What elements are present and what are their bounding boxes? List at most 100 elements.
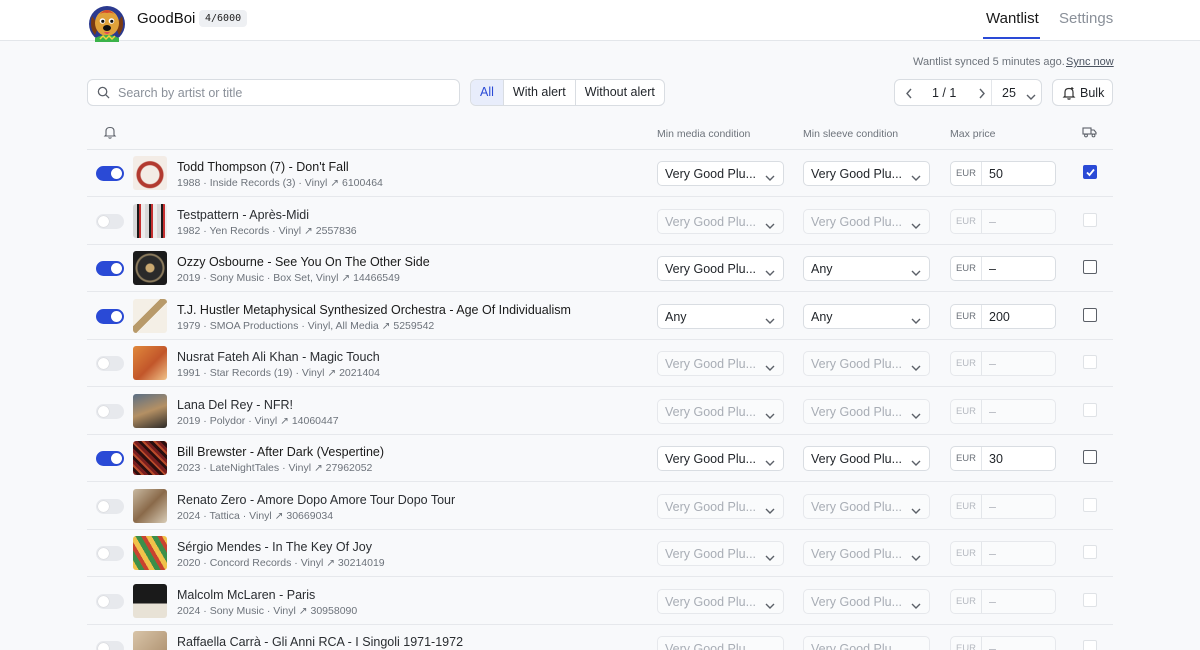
min-sleeve-condition-select[interactable]: Very Good Plu... [803, 398, 930, 424]
min-sleeve-condition-select[interactable]: Very Good Plu... [803, 636, 930, 650]
release-title[interactable]: T.J. Hustler Metaphysical Synthesized Or… [177, 303, 571, 317]
release-meta: 1982 · Yen Records · Vinyl ↗ 2557836 [177, 224, 357, 237]
min-media-condition-select[interactable]: Very Good Plu... [657, 256, 784, 281]
dog-logo-icon[interactable] [86, 2, 128, 44]
next-page-icon[interactable] [977, 87, 987, 102]
min-media-condition-select[interactable]: Very Good Plu... [657, 636, 784, 650]
release-title[interactable]: Ozzy Osbourne - See You On The Other Sid… [177, 255, 430, 269]
alert-toggle[interactable] [96, 498, 124, 514]
shipping-checkbox[interactable] [1083, 260, 1097, 274]
shipping-checkbox[interactable] [1083, 450, 1097, 464]
max-price-field[interactable]: EUR – [950, 208, 1056, 234]
max-price-field[interactable]: EUR 200 [950, 303, 1056, 329]
min-media-condition-select[interactable]: Very Good Plu... [657, 398, 784, 424]
shipping-checkbox[interactable] [1083, 165, 1097, 179]
chevron-down-icon [765, 503, 775, 518]
min-media-condition-select[interactable]: Very Good Plu... [657, 208, 784, 234]
max-price-field[interactable]: EUR – [950, 398, 1056, 424]
alert-toggle[interactable] [96, 356, 124, 371]
release-title[interactable]: Todd Thompson (7) - Don't Fall [177, 160, 349, 174]
toggle-knob [111, 263, 122, 274]
prev-page-icon[interactable] [904, 87, 914, 102]
shipping-checkbox[interactable] [1083, 402, 1097, 417]
release-title[interactable]: Bill Brewster - After Dark (Vespertine) [177, 445, 384, 459]
table-row-9: Sérgio Mendes - In The Key Of Joy 2020 ·… [87, 530, 1113, 577]
filter-all-button[interactable]: All [471, 80, 504, 105]
shipping-checkbox[interactable] [1083, 640, 1097, 650]
min-sleeve-condition-select[interactable]: Very Good Plu... [803, 493, 930, 519]
album-cover[interactable] [133, 156, 167, 190]
max-price-field[interactable]: EUR – [950, 493, 1056, 519]
max-price-field[interactable]: EUR – [950, 256, 1056, 281]
alert-toggle[interactable] [96, 213, 124, 229]
min-sleeve-condition-select[interactable]: Very Good Plu... [803, 588, 930, 614]
min-sleeve-condition-select[interactable]: Very Good Plu... [803, 208, 930, 234]
album-cover[interactable] [133, 393, 167, 428]
alert-toggle[interactable] [96, 308, 124, 324]
bulk-button[interactable]: Bulk [1052, 79, 1113, 106]
release-title[interactable]: Raffaella Carrà - Gli Anni RCA - I Singo… [177, 635, 463, 649]
min-sleeve-condition-select[interactable]: Any [803, 256, 930, 281]
album-cover[interactable] [133, 631, 167, 650]
shipping-checkbox[interactable] [1083, 355, 1097, 369]
sync-now-link[interactable]: Sync now [1066, 56, 1114, 68]
alert-toggle[interactable] [96, 403, 124, 419]
tab-wantlist[interactable]: Wantlist [986, 10, 1039, 27]
alert-toggle[interactable] [96, 641, 124, 650]
min-media-condition-select[interactable]: Very Good Plu... [657, 588, 784, 614]
table-row-10: Malcolm McLaren - Paris 2024 · Sony Musi… [87, 578, 1113, 625]
currency-label: EUR [951, 162, 982, 185]
album-cover[interactable] [133, 536, 167, 570]
alert-toggle[interactable] [96, 166, 124, 181]
min-media-condition-select[interactable]: Very Good Plu... [657, 541, 784, 566]
max-price-field[interactable]: EUR – [950, 636, 1056, 650]
max-price-field[interactable]: EUR 30 [950, 446, 1056, 471]
min-media-condition-select[interactable]: Very Good Plu... [657, 446, 784, 471]
max-price-field[interactable]: EUR 50 [950, 161, 1056, 186]
release-title[interactable]: Renato Zero - Amore Dopo Amore Tour Dopo… [177, 493, 455, 507]
album-cover[interactable] [133, 346, 167, 380]
alert-toggle[interactable] [96, 261, 124, 276]
sleeve-condition-value: Very Good Plu... [811, 594, 903, 609]
release-title[interactable]: Nusrat Fateh Ali Khan - Magic Touch [177, 350, 380, 364]
media-condition-value: Very Good Plu... [665, 404, 757, 419]
album-cover[interactable] [133, 203, 167, 238]
filter-without-alert-button[interactable]: Without alert [576, 80, 664, 105]
per-page-select[interactable]: 25 [1002, 86, 1016, 100]
min-sleeve-condition-select[interactable]: Very Good Plu... [803, 351, 930, 376]
release-title[interactable]: Sérgio Mendes - In The Key Of Joy [177, 540, 372, 554]
shipping-checkbox[interactable] [1083, 307, 1097, 322]
min-sleeve-condition-select[interactable]: Very Good Plu... [803, 161, 930, 186]
release-title[interactable]: Testpattern - Après-Midi [177, 208, 309, 222]
alert-toggle[interactable] [96, 593, 124, 609]
min-sleeve-condition-select[interactable]: Any [803, 303, 930, 329]
max-price-field[interactable]: EUR – [950, 541, 1056, 566]
min-media-condition-select[interactable]: Any [657, 303, 784, 329]
max-price-field[interactable]: EUR – [950, 351, 1056, 376]
album-cover[interactable] [133, 583, 167, 618]
shipping-checkbox[interactable] [1083, 545, 1097, 559]
sleeve-condition-value: Very Good Plu... [811, 642, 903, 650]
search-input[interactable] [118, 80, 448, 105]
album-cover[interactable] [133, 298, 167, 333]
filter-with-alert-button[interactable]: With alert [504, 80, 576, 105]
min-sleeve-condition-select[interactable]: Very Good Plu... [803, 541, 930, 566]
album-cover[interactable] [133, 251, 167, 285]
alert-toggle[interactable] [96, 546, 124, 561]
shipping-checkbox[interactable] [1083, 212, 1097, 227]
release-title[interactable]: Malcolm McLaren - Paris [177, 588, 315, 602]
max-price-field[interactable]: EUR – [950, 588, 1056, 614]
album-cover[interactable] [133, 488, 167, 523]
tab-settings[interactable]: Settings [1059, 10, 1113, 27]
release-title[interactable]: Lana Del Rey - NFR! [177, 398, 293, 412]
min-media-condition-select[interactable]: Very Good Plu... [657, 351, 784, 376]
shipping-checkbox[interactable] [1083, 592, 1097, 607]
max-price-value: – [989, 262, 996, 276]
min-media-condition-select[interactable]: Very Good Plu... [657, 161, 784, 186]
min-media-condition-select[interactable]: Very Good Plu... [657, 493, 784, 519]
album-cover[interactable] [133, 441, 167, 475]
max-price-value: 30 [989, 452, 1003, 466]
shipping-checkbox[interactable] [1083, 497, 1097, 512]
alert-toggle[interactable] [96, 451, 124, 466]
min-sleeve-condition-select[interactable]: Very Good Plu... [803, 446, 930, 471]
